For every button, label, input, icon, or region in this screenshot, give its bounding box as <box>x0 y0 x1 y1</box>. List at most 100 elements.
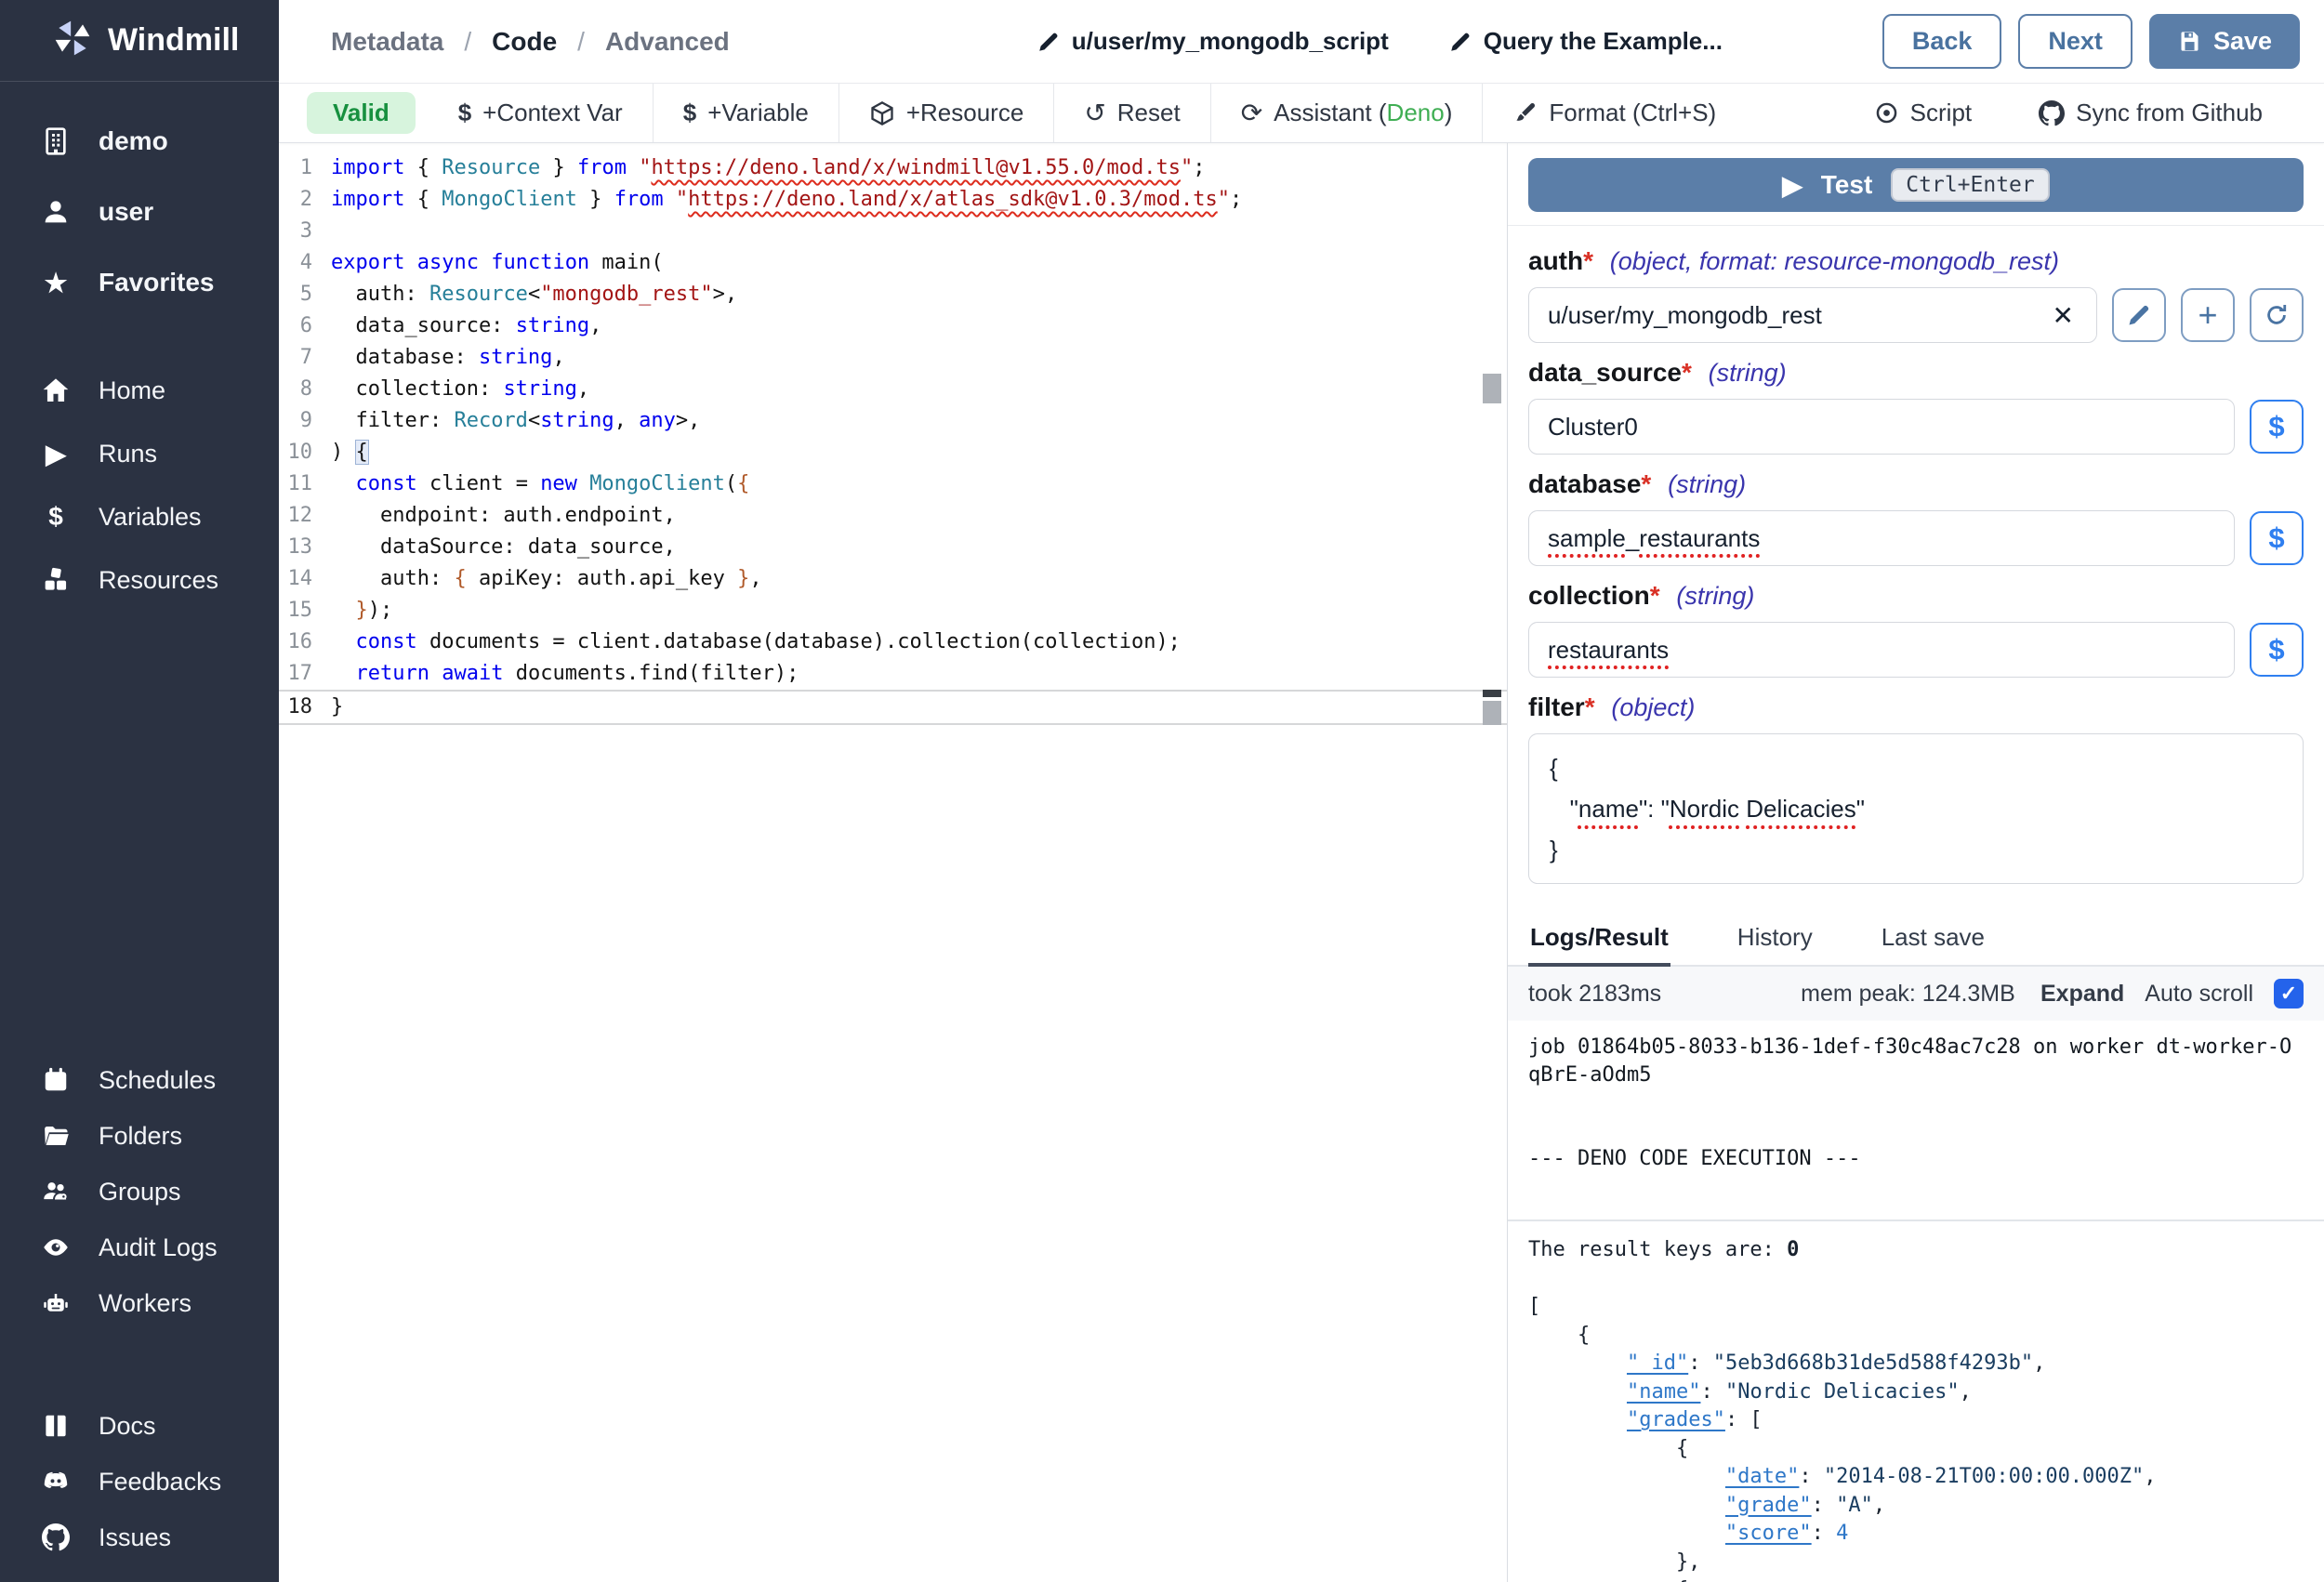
valid-status-badge: Valid <box>307 92 416 134</box>
dollar-icon: $ <box>39 502 73 532</box>
dollar-icon: $ <box>2268 410 2284 443</box>
tab-history[interactable]: History <box>1736 914 1815 967</box>
save-label: Save <box>2213 27 2272 56</box>
filter-json-editor[interactable]: { "name": "Nordic Delicacies"} <box>1528 733 2304 884</box>
sidebar: Windmill demo <box>0 0 279 1582</box>
sync-from-github-button[interactable]: Sync from Github <box>2005 84 2296 142</box>
reset-label: Reset <box>1117 99 1181 127</box>
check-icon: ✓ <box>2280 982 2297 1006</box>
tab-logs-result[interactable]: Logs/Result <box>1528 914 1670 967</box>
script-kind-button[interactable]: Script <box>1841 84 2005 142</box>
insert-variable-button[interactable]: $ <box>2250 623 2304 677</box>
field-row-auth: u/user/my_mongodb_rest ✕ + <box>1528 287 2304 343</box>
github-icon <box>39 1523 73 1551</box>
test-button[interactable]: ▶ Test Ctrl+Enter <box>1528 158 2304 212</box>
pencil-icon <box>1448 30 1472 54</box>
field-name: auth <box>1528 246 1583 275</box>
autoscroll-checkbox[interactable]: ✓ <box>2274 979 2304 1009</box>
test-label: Test <box>1821 170 1873 200</box>
data-source-value: Cluster0 <box>1548 413 2215 442</box>
insert-variable-button[interactable]: $ <box>2250 400 2304 454</box>
auth-resource-input[interactable]: u/user/my_mongodb_rest ✕ <box>1528 287 2097 343</box>
dollar-icon: $ <box>683 99 696 127</box>
star-icon: ★ <box>39 268 73 298</box>
auth-resource-value: u/user/my_mongodb_rest <box>1548 301 2049 330</box>
collection-input[interactable]: restaurants <box>1528 622 2235 678</box>
sidebar-item-home[interactable]: Home <box>0 359 279 422</box>
sidebar-item-feedbacks[interactable]: Feedbacks <box>0 1454 279 1509</box>
groups-icon <box>39 1178 73 1206</box>
tab-code[interactable]: Code <box>492 27 557 57</box>
book-icon <box>39 1412 73 1440</box>
footer-nav-group: Docs Feedbacks Issues <box>0 1398 279 1582</box>
field-name: collection <box>1528 581 1650 610</box>
database-input[interactable]: sample_restaurants <box>1528 510 2235 566</box>
sidebar-item-folders[interactable]: Folders <box>0 1108 279 1164</box>
dollar-icon: $ <box>458 99 471 127</box>
expand-button[interactable]: Expand <box>2040 981 2124 1008</box>
editor-scrollbar-thumb[interactable] <box>1483 374 1501 403</box>
insert-variable-button[interactable]: $ <box>2250 511 2304 565</box>
format-button[interactable]: Format (Ctrl+S) <box>1483 84 1746 142</box>
tab-advanced[interactable]: Advanced <box>605 27 730 57</box>
field-label-collection: collection* (string) <box>1528 581 2304 611</box>
sidebar-item-label: Audit Logs <box>99 1233 218 1262</box>
sidebar-item-favorites[interactable]: ★ Favorites <box>0 247 279 318</box>
calendar-icon <box>39 1066 73 1094</box>
refresh-icon <box>2264 302 2290 328</box>
user-icon <box>39 197 73 227</box>
add-resource-button-small[interactable]: + <box>2181 288 2235 342</box>
edit-resource-button[interactable] <box>2112 288 2166 342</box>
package-cube-icon <box>869 100 895 126</box>
sidebar-item-user[interactable]: user <box>0 177 279 247</box>
clear-icon[interactable]: ✕ <box>2049 300 2078 331</box>
sidebar-item-schedules[interactable]: Schedules <box>0 1052 279 1108</box>
script-path-edit[interactable]: u/user/my_mongodb_script <box>1037 27 1389 56</box>
add-resource-button[interactable]: +Resource <box>839 84 1053 142</box>
folder-icon <box>39 1122 73 1150</box>
sidebar-item-docs[interactable]: Docs <box>0 1398 279 1454</box>
sidebar-item-variables[interactable]: $ Variables <box>0 485 279 548</box>
sidebar-item-label: Runs <box>99 440 157 468</box>
assistant-label: Assistant (Deno) <box>1274 99 1452 127</box>
result-json-viewer[interactable]: The result keys are: 0 [ { "_id": "5eb3d… <box>1508 1221 2324 1582</box>
windmill-logo[interactable]: Windmill <box>0 0 279 82</box>
sync-label: Sync from Github <box>2076 99 2263 127</box>
reset-button[interactable]: ↺ Reset <box>1054 84 1209 142</box>
next-button[interactable]: Next <box>2018 14 2133 69</box>
autoscroll-label: Auto scroll <box>2145 981 2253 1008</box>
tab-last-save[interactable]: Last save <box>1880 914 1987 967</box>
sidebar-item-label: Feedbacks <box>99 1468 221 1496</box>
add-variable-button[interactable]: $ +Variable <box>654 84 838 142</box>
sidebar-item-issues[interactable]: Issues <box>0 1509 279 1565</box>
code-editor[interactable]: 1import { Resource } from "https://deno.… <box>279 143 1507 1582</box>
workspace-group: demo user ★ Favorites <box>0 82 279 318</box>
sidebar-item-runs[interactable]: ▶ Runs <box>0 422 279 485</box>
field-name: data_source <box>1528 358 1682 387</box>
sidebar-item-label: Schedules <box>99 1066 216 1095</box>
main-nav-group: Home ▶ Runs $ Variables Resources <box>0 359 279 612</box>
field-row-database: sample_restaurants $ <box>1528 510 2304 566</box>
mem-peak: mem peak: 124.3MB <box>1801 981 2015 1008</box>
script-summary-edit[interactable]: Query the Example... <box>1448 27 1723 56</box>
sidebar-item-resources[interactable]: Resources <box>0 548 279 612</box>
sidebar-item-label: Resources <box>99 566 218 595</box>
dollar-icon: $ <box>2268 633 2284 666</box>
field-type-annotation: (object) <box>1611 693 1695 721</box>
sidebar-item-label: Folders <box>99 1122 182 1151</box>
tab-metadata[interactable]: Metadata <box>331 27 443 57</box>
add-context-var-button[interactable]: $ +Context Var <box>429 84 653 142</box>
sidebar-item-demo[interactable]: demo <box>0 106 279 177</box>
sidebar-item-label: Home <box>99 376 165 405</box>
assistant-button[interactable]: ⟳ Assistant (Deno) <box>1211 84 1483 142</box>
data-source-input[interactable]: Cluster0 <box>1528 399 2235 455</box>
sidebar-item-groups[interactable]: Groups <box>0 1164 279 1219</box>
sidebar-item-workers[interactable]: Workers <box>0 1275 279 1331</box>
overview-ruler-cursor-mark <box>1483 690 1501 697</box>
save-button[interactable]: Save <box>2149 14 2300 69</box>
back-button[interactable]: Back <box>1882 14 2002 69</box>
field-type-annotation: (object, format: resource-mongodb_rest) <box>1610 247 2059 275</box>
refresh-resource-button[interactable] <box>2250 288 2304 342</box>
sidebar-item-audit-logs[interactable]: Audit Logs <box>0 1219 279 1275</box>
sidebar-item-label: Issues <box>99 1523 171 1552</box>
